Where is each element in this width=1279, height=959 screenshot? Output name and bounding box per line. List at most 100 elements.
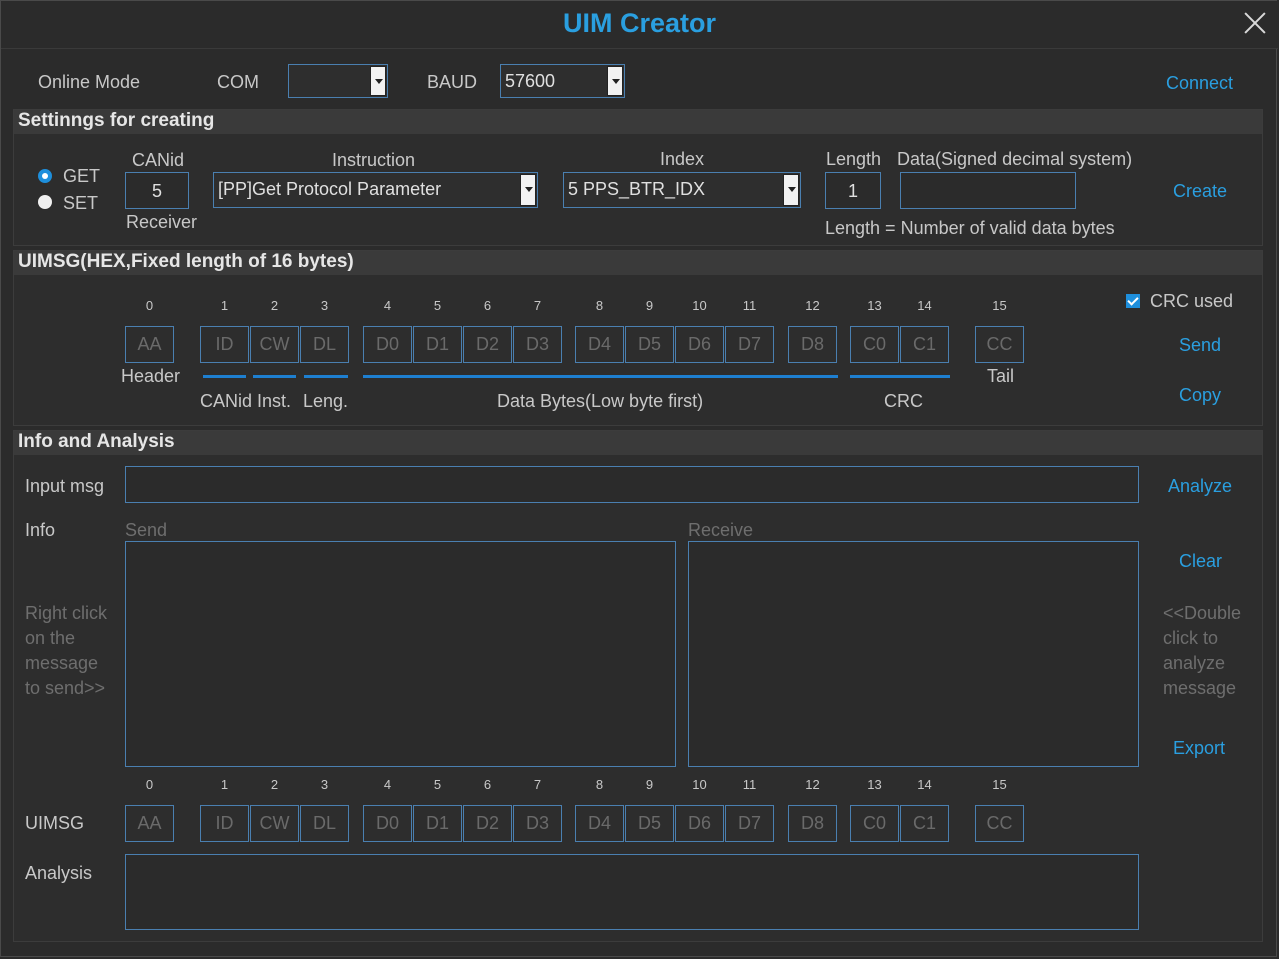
export-button[interactable]: Export <box>1173 738 1225 759</box>
instruction-select[interactable]: [PP]Get Protocol Parameter <box>213 172 538 208</box>
analysis-byte-index: 6 <box>483 777 492 792</box>
inst-underline <box>253 375 296 378</box>
analyze-button[interactable]: Analyze <box>1168 476 1232 497</box>
crc-used-label[interactable]: CRC used <box>1150 291 1233 312</box>
com-select[interactable] <box>288 64 388 98</box>
index-select[interactable]: 5 PPS_BTR_IDX <box>563 172 801 208</box>
uimsg-byte-cell[interactable]: D8 <box>788 326 837 363</box>
analysis-byte-cell[interactable]: D7 <box>725 805 774 842</box>
uimsg-byte-cell[interactable]: D1 <box>413 326 462 363</box>
uimsg-byte-cell[interactable]: D7 <box>725 326 774 363</box>
uimsg-byte-cell[interactable]: D3 <box>513 326 562 363</box>
copy-button[interactable]: Copy <box>1179 385 1221 406</box>
input-msg-field[interactable] <box>125 466 1139 503</box>
receive-panel-label: Receive <box>688 520 754 540</box>
set-radio[interactable] <box>38 195 52 209</box>
chevron-down-icon[interactable] <box>520 174 536 206</box>
uimsg-byte-index: 2 <box>270 298 279 313</box>
clear-button[interactable]: Clear <box>1179 551 1222 572</box>
hint-line: on the <box>25 628 76 648</box>
analysis-byte-index: 9 <box>645 777 654 792</box>
hint-line: Right click <box>25 603 108 623</box>
connect-button[interactable]: Connect <box>1166 73 1233 94</box>
uimsg-byte-cell[interactable]: D2 <box>463 326 512 363</box>
data-bytes-label: Data Bytes(Low byte first) <box>497 391 704 411</box>
close-icon[interactable] <box>1240 8 1270 38</box>
get-radio[interactable] <box>38 169 52 183</box>
analysis-byte-index: 11 <box>742 777 757 792</box>
leng-underline <box>304 375 348 378</box>
uimsg-byte-cell[interactable]: D0 <box>363 326 412 363</box>
analysis-byte-cell[interactable]: C1 <box>900 805 949 842</box>
analysis-byte-index: 4 <box>383 777 392 792</box>
info-heading-bar: Info and Analysis <box>14 431 1262 455</box>
uimsg-byte-cell[interactable]: D4 <box>575 326 624 363</box>
analysis-byte-cell[interactable]: D5 <box>625 805 674 842</box>
baud-select[interactable]: 57600 <box>500 64 625 98</box>
hint-line: analyze <box>1163 653 1226 673</box>
uimsg-byte-cell[interactable]: DL <box>300 326 349 363</box>
analysis-byte-cell[interactable]: D6 <box>675 805 724 842</box>
receive-panel[interactable] <box>688 541 1139 767</box>
analysis-byte-cell[interactable]: CW <box>250 805 299 842</box>
analysis-byte-cell[interactable]: CC <box>975 805 1024 842</box>
send-panel[interactable] <box>125 541 676 767</box>
uimsg-byte-cell[interactable]: C0 <box>850 326 899 363</box>
uimsg-byte-index: 14 <box>917 298 932 313</box>
uimsg-byte-cell[interactable]: CW <box>250 326 299 363</box>
com-label: COM <box>217 72 259 92</box>
uimsg-byte-index: 7 <box>533 298 542 313</box>
online-mode-label: Online Mode <box>38 72 141 92</box>
analysis-byte-cell[interactable]: C0 <box>850 805 899 842</box>
length-label: Length <box>826 149 882 169</box>
canid-underline <box>203 375 246 378</box>
uimsg-byte-index: 0 <box>145 298 154 313</box>
data-underline <box>363 375 838 378</box>
send-button[interactable]: Send <box>1179 335 1221 356</box>
info-heading: Info and Analysis <box>18 431 175 452</box>
analysis-byte-cell[interactable]: AA <box>125 805 174 842</box>
uimsg-heading-bar: UIMSG(HEX,Fixed length of 16 bytes) <box>14 251 1262 275</box>
analysis-panel[interactable] <box>125 854 1139 930</box>
analysis-byte-index: 1 <box>220 777 229 792</box>
inst-byte-label: Inst. <box>257 391 292 411</box>
analysis-byte-cell[interactable]: D2 <box>463 805 512 842</box>
uimsg-byte-index: 10 <box>692 298 707 313</box>
canid-field[interactable]: 5 <box>125 172 189 209</box>
analysis-byte-cell[interactable]: D1 <box>413 805 462 842</box>
analysis-byte-cell[interactable]: DL <box>300 805 349 842</box>
uimsg-byte-cell[interactable]: AA <box>125 326 174 363</box>
chevron-down-icon[interactable] <box>607 66 623 96</box>
uimsg-byte-cell[interactable]: CC <box>975 326 1024 363</box>
data-field[interactable] <box>900 172 1076 209</box>
analysis-byte-cell[interactable]: D4 <box>575 805 624 842</box>
set-label[interactable]: SET <box>63 193 98 214</box>
canid-byte-label: CANid <box>200 391 253 411</box>
create-button[interactable]: Create <box>1173 181 1227 202</box>
canid-label: CANid <box>132 150 185 170</box>
analysis-byte-cell[interactable]: D3 <box>513 805 562 842</box>
uimsg-byte-cell[interactable]: ID <box>200 326 249 363</box>
baud-label: BAUD <box>427 72 478 92</box>
analysis-byte-index: 3 <box>320 777 329 792</box>
length-value: 1 <box>847 181 858 201</box>
uimsg-byte-index: 1 <box>220 298 229 313</box>
uimsg-byte-index: 5 <box>433 298 442 313</box>
analysis-byte-cell[interactable]: D0 <box>363 805 412 842</box>
analysis-byte-cell[interactable]: D8 <box>788 805 837 842</box>
uimsg-byte-index: 9 <box>645 298 654 313</box>
analysis-byte-cell[interactable]: ID <box>200 805 249 842</box>
length-field[interactable]: 1 <box>825 172 881 209</box>
uimsg-byte-cell[interactable]: C1 <box>900 326 949 363</box>
get-label[interactable]: GET <box>63 166 100 187</box>
info-label: Info <box>25 520 56 540</box>
length-note: Length = Number of valid data bytes <box>825 218 1115 238</box>
header-label: Header <box>121 366 181 386</box>
chevron-down-icon[interactable] <box>370 66 386 96</box>
chevron-down-icon[interactable] <box>783 174 799 206</box>
uimsg-byte-cell[interactable]: D5 <box>625 326 674 363</box>
crc-used-checkbox[interactable] <box>1126 294 1140 308</box>
uimsg-byte-index: 6 <box>483 298 492 313</box>
hint-line: <<Double <box>1163 603 1242 623</box>
uimsg-byte-cell[interactable]: D6 <box>675 326 724 363</box>
